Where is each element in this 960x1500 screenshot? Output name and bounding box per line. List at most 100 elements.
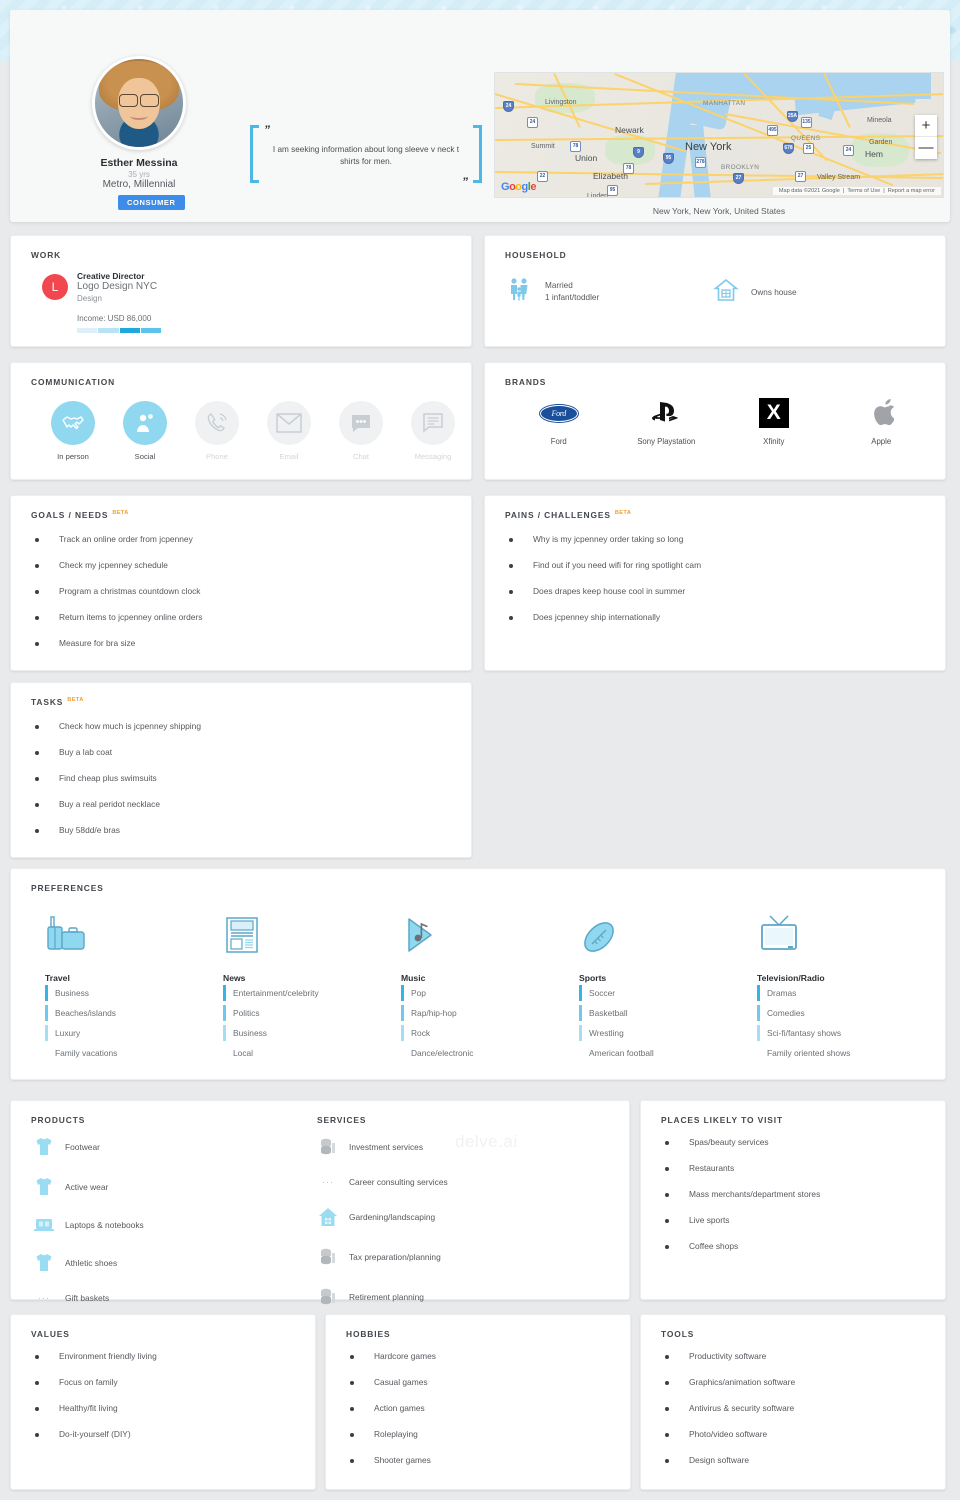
bullet-icon [35, 1433, 39, 1438]
map-route-shield: 24 [843, 145, 854, 156]
preference-item-label: Family oriented shows [767, 1048, 851, 1058]
places-card: PLACES LIKELY TO VISIT Spas/beauty servi… [640, 1100, 946, 1300]
bullet-icon [665, 1381, 669, 1386]
bullet-icon [509, 564, 513, 569]
preference-strength-bar [223, 1005, 226, 1021]
list-item: Restaurants [665, 1163, 929, 1173]
list-item: Check my jcpenney schedule [35, 560, 455, 570]
map-place-label: Garden [869, 139, 893, 146]
map-zoom-in-button[interactable]: + [915, 115, 937, 137]
map-route-shield: 95 [663, 153, 674, 164]
list-item-label: Photo/video software [689, 1429, 768, 1440]
list-item-label: Gift baskets [65, 1293, 110, 1303]
list-item: Footwear [33, 1137, 144, 1157]
preference-strength-bar [579, 1005, 582, 1021]
bullet-icon [350, 1459, 354, 1464]
preference-strength-bar [401, 1005, 404, 1021]
communication-item-messaging[interactable]: Messaging [397, 401, 469, 461]
music-play-icon [401, 903, 576, 957]
coins-icon [317, 1287, 339, 1307]
person-segment: Metro, Millennial [102, 179, 176, 190]
list-item: Find out if you need wifi for ring spotl… [509, 560, 929, 570]
brand-item-ford[interactable]: Ford Ford [505, 395, 613, 446]
list-item-label: Find out if you need wifi for ring spotl… [533, 560, 702, 571]
communication-item-label: Chat [352, 452, 370, 461]
map-zoom-out-button[interactable]: — [915, 137, 937, 159]
map-route-shield: 22 [537, 171, 548, 182]
values-card: VALUES Environment friendly living Focus … [10, 1314, 316, 1490]
apple-logo [828, 395, 936, 431]
preference-strength-bar [757, 1025, 760, 1041]
preference-item-label: Family vacations [55, 1048, 118, 1058]
pains-title: PAINS / CHALLENGES BETA [505, 510, 631, 520]
list-item-label: Action games [374, 1403, 425, 1414]
list-item-label: Focus on family [59, 1377, 118, 1388]
communication-title: COMMUNICATION [31, 377, 116, 387]
list-item: Return items to jcpenney online orders [35, 612, 455, 622]
pains-card: PAINS / CHALLENGES BETA Why is my jcpenne… [484, 495, 946, 671]
income-segment-4 [140, 328, 161, 333]
preference-item: Dance/electronic [401, 1043, 576, 1063]
list-item: Buy 58dd/e bras [35, 825, 455, 835]
laptop-icon [33, 1217, 55, 1233]
bullet-icon [35, 590, 39, 595]
bullet-icon [350, 1355, 354, 1359]
communication-item-in-person[interactable]: In person [37, 401, 109, 461]
bullet-icon [350, 1407, 354, 1412]
products-title: PRODUCTS [31, 1115, 86, 1125]
list-item: Productivity software [665, 1351, 929, 1361]
work-card: WORK L Creative Director Logo Design NYC… [10, 235, 472, 347]
map-zoom-controls[interactable]: + — [915, 115, 937, 159]
list-item-label: Return items to jcpenney online orders [59, 612, 203, 623]
preference-item: Entertainment/celebrity [223, 983, 398, 1003]
ford-logo: Ford [505, 395, 613, 431]
map-place-label: Mineola [867, 117, 892, 124]
location-map[interactable]: Livingston MANHATTAN Newark New York Summit U… [494, 72, 944, 198]
products-services-card: PRODUCTS SERVICES Footwear Active wear Lap… [10, 1100, 630, 1305]
list-item: Design software [665, 1455, 929, 1465]
preference-strength-bar [757, 985, 760, 1001]
preference-strength-bar [401, 985, 404, 1001]
map-attribution: Map data ©2021 Google | Terms of Use | Repor… [772, 187, 941, 195]
brand-name: Xfinity [763, 437, 785, 446]
preference-column-title: Travel [45, 973, 70, 983]
preference-item: Luxury [45, 1023, 220, 1043]
list-item-label: Does jcpenney ship internationally [533, 612, 661, 623]
preference-item-label: Dance/electronic [411, 1048, 474, 1058]
values-title: VALUES [31, 1329, 70, 1339]
list-item-label: Hardcore games [374, 1351, 436, 1361]
preference-item-label: Business [233, 1028, 267, 1038]
dots-icon: ··· [322, 1177, 334, 1187]
map-place-label: Hem [865, 149, 883, 159]
house-icon [713, 278, 739, 307]
communication-item-email[interactable]: Email [253, 401, 325, 461]
list-item-label: Casual games [374, 1377, 428, 1388]
list-item-label: Track an online order from jcpenney [59, 534, 193, 544]
communication-item-social[interactable]: Social [109, 401, 181, 461]
brand-item-apple[interactable]: Apple [828, 395, 936, 446]
map-route-shield: 25A [787, 111, 798, 122]
preferences-card: PREFERENCES Travel Business Beaches/island… [10, 868, 946, 1080]
preference-column-sports: Sports Soccer Basketball Wrestling American … [579, 903, 754, 1063]
brand-item-xfinity[interactable]: X Xfinity [720, 395, 828, 446]
preference-strength-bar [223, 985, 226, 1001]
tshirt-icon [33, 1253, 55, 1273]
bullet-icon [35, 1381, 39, 1386]
list-item-label: Find cheap plus swimsuits [59, 773, 157, 784]
bullet-icon [35, 725, 39, 729]
map-terms-link[interactable]: Terms of Use [847, 188, 880, 194]
map-place-label: Union [575, 153, 598, 163]
brand-name: Ford [550, 437, 567, 446]
communication-item-chat[interactable]: Chat [325, 401, 397, 461]
communication-item-phone[interactable]: Phone [181, 401, 253, 461]
coins-icon [317, 1137, 339, 1157]
brand-item-sony-playstation[interactable]: Sony Playstation [613, 395, 721, 446]
preference-item: Local [223, 1043, 398, 1063]
communication-card: COMMUNICATION In person Social Phone Email C… [10, 362, 472, 480]
map-report-link[interactable]: Report a map error [888, 188, 935, 194]
bullet-icon [509, 590, 513, 595]
list-item: Find cheap plus swimsuits [35, 773, 455, 783]
list-item-label: Active wear [65, 1182, 109, 1192]
list-item-label: Buy 58dd/e bras [59, 825, 120, 836]
preference-item-label: Sci-fi/fantasy shows [767, 1028, 842, 1038]
